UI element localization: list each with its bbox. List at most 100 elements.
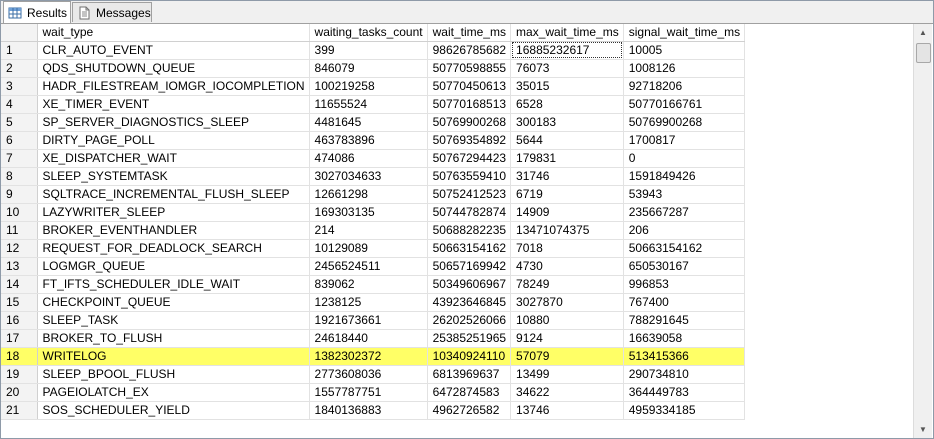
cell-waiting-tasks-count[interactable]: 1238125 [309, 293, 428, 312]
cell-wait-time-ms[interactable]: 50744782874 [427, 203, 512, 222]
column-header-max-wait-time-ms[interactable]: max_wait_time_ms [510, 24, 624, 42]
row-number[interactable]: 19 [1, 365, 38, 384]
cell-wait-type[interactable]: SLEEP_SYSTEMTASK [37, 167, 310, 186]
results-grid[interactable]: wait_type waiting_tasks_count wait_time_ms… [1, 24, 913, 438]
cell-max-wait-time-ms[interactable]: 9124 [510, 329, 624, 348]
cell-waiting-tasks-count[interactable]: 12661298 [309, 185, 428, 204]
cell-wait-type[interactable]: XE_DISPATCHER_WAIT [37, 149, 310, 168]
cell-signal-wait-time-ms[interactable]: 1591849426 [623, 167, 746, 186]
cell-waiting-tasks-count[interactable]: 24618440 [309, 329, 428, 348]
cell-signal-wait-time-ms[interactable]: 1700817 [623, 131, 746, 150]
cell-waiting-tasks-count[interactable]: 839062 [309, 275, 428, 294]
cell-wait-time-ms[interactable]: 43923646845 [427, 293, 512, 312]
row-number[interactable]: 18 [1, 347, 38, 366]
column-header-waiting-tasks-count[interactable]: waiting_tasks_count [309, 24, 428, 42]
column-header-wait-type[interactable]: wait_type [37, 24, 310, 42]
cell-waiting-tasks-count[interactable]: 4481645 [309, 113, 428, 132]
cell-signal-wait-time-ms[interactable]: 50770166761 [623, 95, 746, 114]
cell-waiting-tasks-count[interactable]: 474086 [309, 149, 428, 168]
table-row[interactable]: 5 SP_SERVER_DIAGNOSTICS_SLEEP 4481645 50769… [1, 113, 746, 132]
cell-signal-wait-time-ms[interactable]: 50769900268 [623, 113, 746, 132]
cell-max-wait-time-ms[interactable]: 57079 [510, 347, 624, 366]
row-number[interactable]: 12 [1, 239, 38, 258]
cell-wait-type[interactable]: LAZYWRITER_SLEEP [37, 203, 310, 222]
cell-wait-type[interactable]: XE_TIMER_EVENT [37, 95, 310, 114]
cell-wait-time-ms[interactable]: 50767294423 [427, 149, 512, 168]
cell-signal-wait-time-ms[interactable]: 4959334185 [623, 401, 746, 420]
cell-wait-type[interactable]: SLEEP_TASK [37, 311, 310, 330]
cell-waiting-tasks-count[interactable]: 100219258 [309, 77, 428, 96]
column-header-signal-wait-time-ms[interactable]: signal_wait_time_ms [623, 24, 746, 42]
cell-wait-type[interactable]: SLEEP_BPOOL_FLUSH [37, 365, 310, 384]
cell-waiting-tasks-count[interactable]: 1840136883 [309, 401, 428, 420]
cell-signal-wait-time-ms[interactable]: 650530167 [623, 257, 746, 276]
cell-signal-wait-time-ms[interactable]: 788291645 [623, 311, 746, 330]
table-row[interactable]: 13 LOGMGR_QUEUE 2456524511 50657169942 4730 6… [1, 257, 746, 276]
cell-wait-time-ms[interactable]: 50763559410 [427, 167, 512, 186]
cell-wait-type[interactable]: WRITELOG [37, 347, 310, 366]
row-number[interactable]: 8 [1, 167, 38, 186]
cell-wait-type[interactable]: CLR_AUTO_EVENT [37, 41, 310, 60]
cell-signal-wait-time-ms[interactable]: 364449783 [623, 383, 746, 402]
row-number[interactable]: 6 [1, 131, 38, 150]
table-row[interactable]: 6 DIRTY_PAGE_POLL 463783896 50769354892 5644… [1, 131, 746, 150]
row-number[interactable]: 7 [1, 149, 38, 168]
cell-signal-wait-time-ms[interactable]: 53943 [623, 185, 746, 204]
row-number[interactable]: 10 [1, 203, 38, 222]
cell-wait-type[interactable]: PAGEIOLATCH_EX [37, 383, 310, 402]
cell-waiting-tasks-count[interactable]: 1921673661 [309, 311, 428, 330]
scroll-up-icon[interactable]: ▲ [914, 24, 932, 41]
cell-max-wait-time-ms[interactable]: 6528 [510, 95, 624, 114]
cell-wait-type[interactable]: DIRTY_PAGE_POLL [37, 131, 310, 150]
cell-waiting-tasks-count[interactable]: 399 [309, 41, 428, 60]
row-number[interactable]: 15 [1, 293, 38, 312]
cell-wait-time-ms[interactable]: 6813969637 [427, 365, 512, 384]
cell-max-wait-time-ms[interactable]: 78249 [510, 275, 624, 294]
cell-signal-wait-time-ms[interactable]: 0 [623, 149, 746, 168]
table-row[interactable]: 16 SLEEP_TASK 1921673661 26202526066 10880 78… [1, 311, 746, 330]
cell-wait-time-ms[interactable]: 26202526066 [427, 311, 512, 330]
row-number[interactable]: 2 [1, 59, 38, 78]
cell-signal-wait-time-ms[interactable]: 92718206 [623, 77, 746, 96]
cell-wait-type[interactable]: SP_SERVER_DIAGNOSTICS_SLEEP [37, 113, 310, 132]
table-row[interactable]: 11 BROKER_EVENTHANDLER 214 50688282235 13471… [1, 221, 746, 240]
table-row[interactable]: 21 SOS_SCHEDULER_YIELD 1840136883 496272658… [1, 401, 746, 420]
cell-wait-time-ms[interactable]: 10340924110 [427, 347, 512, 366]
cell-waiting-tasks-count[interactable]: 1557787751 [309, 383, 428, 402]
cell-max-wait-time-ms[interactable]: 300183 [510, 113, 624, 132]
cell-max-wait-time-ms[interactable]: 6719 [510, 185, 624, 204]
cell-waiting-tasks-count[interactable]: 2773608036 [309, 365, 428, 384]
row-number[interactable]: 9 [1, 185, 38, 204]
cell-max-wait-time-ms[interactable]: 76073 [510, 59, 624, 78]
cell-waiting-tasks-count[interactable]: 214 [309, 221, 428, 240]
cell-max-wait-time-ms[interactable]: 10880 [510, 311, 624, 330]
cell-max-wait-time-ms[interactable]: 31746 [510, 167, 624, 186]
cell-wait-time-ms[interactable]: 50769354892 [427, 131, 512, 150]
cell-waiting-tasks-count[interactable]: 2456524511 [309, 257, 428, 276]
cell-max-wait-time-ms[interactable]: 34622 [510, 383, 624, 402]
cell-wait-time-ms[interactable]: 50770598855 [427, 59, 512, 78]
cell-wait-type[interactable]: QDS_SHUTDOWN_QUEUE [37, 59, 310, 78]
cell-signal-wait-time-ms[interactable]: 50663154162 [623, 239, 746, 258]
table-row[interactable]: 9 SQLTRACE_INCREMENTAL_FLUSH_SLEEP 1266129… [1, 185, 746, 204]
table-row[interactable]: 7 XE_DISPATCHER_WAIT 474086 50767294423 1798… [1, 149, 746, 168]
cell-wait-time-ms[interactable]: 4962726582 [427, 401, 512, 420]
cell-signal-wait-time-ms[interactable]: 16639058 [623, 329, 746, 348]
row-number[interactable]: 5 [1, 113, 38, 132]
table-row[interactable]: 20 PAGEIOLATCH_EX 1557787751 6472874583 3462… [1, 383, 746, 402]
row-number[interactable]: 21 [1, 401, 38, 420]
cell-max-wait-time-ms[interactable]: 13499 [510, 365, 624, 384]
cell-wait-type[interactable]: FT_IFTS_SCHEDULER_IDLE_WAIT [37, 275, 310, 294]
cell-wait-time-ms[interactable]: 50770168513 [427, 95, 512, 114]
table-row[interactable]: 2 QDS_SHUTDOWN_QUEUE 846079 50770598855 7607… [1, 59, 746, 78]
table-row[interactable]: 18 WRITELOG 1382302372 10340924110 57079 5134… [1, 347, 746, 366]
table-row[interactable]: 8 SLEEP_SYSTEMTASK 3027034633 50763559410 31… [1, 167, 746, 186]
cell-waiting-tasks-count[interactable]: 846079 [309, 59, 428, 78]
cell-wait-time-ms[interactable]: 50663154162 [427, 239, 512, 258]
cell-wait-time-ms[interactable]: 50769900268 [427, 113, 512, 132]
cell-max-wait-time-ms[interactable]: 5644 [510, 131, 624, 150]
cell-signal-wait-time-ms[interactable]: 235667287 [623, 203, 746, 222]
table-row[interactable]: 15 CHECKPOINT_QUEUE 1238125 43923646845 3027… [1, 293, 746, 312]
cell-wait-time-ms[interactable]: 98626785682 [427, 41, 512, 60]
cell-signal-wait-time-ms[interactable]: 996853 [623, 275, 746, 294]
